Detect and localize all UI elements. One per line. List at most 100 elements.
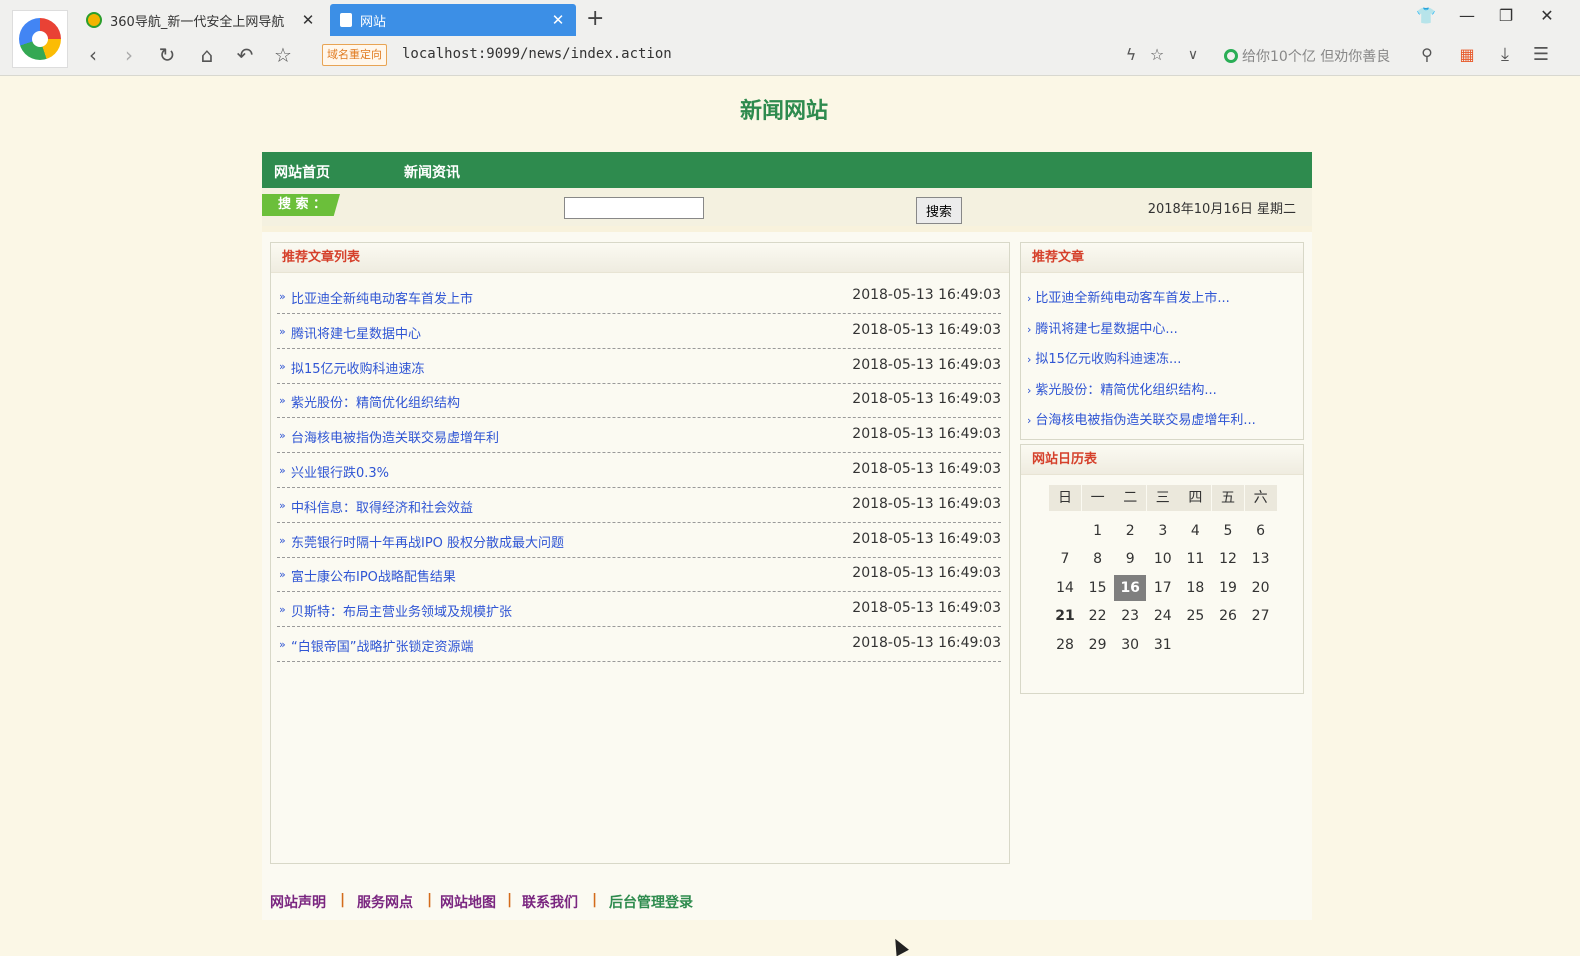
double-chevron-icon: » [279, 638, 286, 651]
minimize-icon[interactable]: — [1455, 6, 1479, 25]
new-tab-icon[interactable]: + [586, 6, 604, 31]
calendar-day[interactable]: 15 [1082, 575, 1114, 601]
article-list-panel: 推荐文章列表 » 比亚迪全新纯电动客车首发上市 2018-05-13 16:49:0… [270, 242, 1010, 864]
article-link[interactable]: 东莞银行时隔十年再战IPO 股权分散成最大问题 [291, 532, 564, 551]
apps-icon[interactable]: ▦ [1454, 42, 1480, 68]
calendar-day[interactable]: 10 [1147, 546, 1179, 572]
article-link[interactable]: 拟15亿元收购科迪速冻 [291, 358, 425, 377]
browser-logo-icon[interactable] [12, 10, 68, 68]
calendar-day[interactable]: 30 [1114, 632, 1146, 658]
calendar-day[interactable]: 28 [1049, 632, 1081, 658]
footer-link[interactable]: 服务网点 [357, 892, 413, 912]
tab-website[interactable]: 网站 ✕ [330, 4, 576, 36]
close-icon[interactable]: ✕ [550, 11, 566, 29]
recommended-link[interactable]: › 腾讯将建七星数据中心... [1027, 318, 1178, 337]
calendar-day[interactable]: 14 [1049, 575, 1081, 601]
calendar-day[interactable]: 19 [1212, 575, 1244, 601]
footer-link[interactable]: 联系我们 [522, 892, 578, 912]
calendar-today[interactable]: 16 [1114, 574, 1147, 601]
panel-heading: 推荐文章列表 [271, 243, 1009, 273]
article-time: 2018-05-13 16:49:03 [852, 600, 1001, 617]
double-chevron-icon: » [279, 533, 286, 547]
article-link[interactable]: 兴业银行跌0.3% [291, 462, 389, 481]
article-link[interactable]: 贝斯特：布局主营业务领域及规模扩张 [291, 601, 512, 620]
flash-icon[interactable]: ϟ [1118, 42, 1144, 68]
article-time: 2018-05-13 16:49:03 [852, 426, 1001, 443]
recommended-link[interactable]: › 拟15亿元收购科迪速冻... [1027, 348, 1181, 367]
reload-icon[interactable]: ↻ [154, 42, 180, 68]
search-label: 搜 索 ： [262, 194, 340, 216]
search-input[interactable] [564, 197, 704, 219]
forward-icon[interactable]: › [116, 42, 142, 68]
recommended-link[interactable]: › 比亚迪全新纯电动客车首发上市... [1027, 287, 1230, 306]
footer-separator: | [507, 892, 513, 908]
nav-home-link[interactable]: 网站首页 [274, 162, 330, 182]
double-chevron-icon: » [279, 603, 286, 617]
article-row: » 拟15亿元收购科迪速冻 2018-05-13 16:49:03 [277, 349, 1001, 384]
skin-icon[interactable]: 👕 [1414, 6, 1438, 25]
redirect-badge[interactable]: 域名重定向 [322, 44, 387, 66]
window-close-icon[interactable]: ✕ [1535, 6, 1559, 25]
article-row: » 腾讯将建七星数据中心 2018-05-13 16:49:03 [277, 314, 1001, 349]
article-row: » 东莞银行时隔十年再战IPO 股权分散成最大问题 2018-05-13 16:49… [277, 523, 1001, 558]
admin-login-link[interactable]: 后台管理登录 [609, 892, 693, 912]
calendar-day[interactable]: 13 [1245, 546, 1277, 572]
download-icon[interactable]: ⤓ [1492, 42, 1518, 68]
calendar-day[interactable]: 21 [1049, 603, 1081, 629]
article-link[interactable]: 比亚迪全新纯电动客车首发上市 [291, 288, 473, 307]
calendar-day[interactable]: 4 [1179, 518, 1211, 544]
article-link[interactable]: 台海核电被指伪造关联交易虚增年利 [291, 427, 499, 446]
search-box[interactable]: 给你10个亿 但劝你善良 [1224, 46, 1390, 66]
article-link[interactable]: 中科信息：取得经济和社会效益 [291, 497, 473, 516]
nav-news-link[interactable]: 新闻资讯 [404, 162, 460, 182]
calendar-day[interactable]: 1 [1082, 518, 1114, 544]
search-icon[interactable]: ⚲ [1414, 42, 1440, 68]
calendar-day[interactable]: 7 [1049, 546, 1081, 572]
calendar-day[interactable]: 26 [1212, 603, 1244, 629]
calendar-day[interactable]: 24 [1147, 603, 1179, 629]
menu-icon[interactable]: ☰ [1528, 42, 1554, 68]
url-input[interactable]: localhost:9099/news/index.action [402, 46, 672, 62]
calendar-weekday: 四 [1179, 485, 1212, 511]
calendar-day[interactable]: 8 [1082, 546, 1114, 572]
calendar-day[interactable]: 12 [1212, 546, 1244, 572]
close-icon[interactable]: ✕ [300, 11, 316, 29]
calendar-day[interactable]: 18 [1179, 575, 1211, 601]
article-link[interactable]: 腾讯将建七星数据中心 [291, 323, 421, 342]
home-icon[interactable]: ⌂ [194, 42, 220, 68]
calendar-day[interactable]: 23 [1114, 603, 1146, 629]
star-icon[interactable]: ☆ [270, 42, 296, 68]
search-button[interactable]: 搜索 [916, 197, 962, 224]
article-link[interactable]: 紫光股份：精简优化组织结构 [291, 392, 460, 411]
calendar-day[interactable]: 20 [1245, 575, 1277, 601]
calendar-day[interactable]: 17 [1147, 575, 1179, 601]
footer-link[interactable]: 网站地图 [440, 892, 496, 912]
360-search-icon [1224, 49, 1238, 63]
calendar-day[interactable]: 11 [1179, 546, 1211, 572]
calendar-day[interactable]: 31 [1147, 632, 1179, 658]
undo-icon[interactable]: ↶ [232, 42, 258, 68]
calendar-day[interactable]: 9 [1114, 546, 1146, 572]
calendar-day[interactable]: 6 [1245, 518, 1277, 544]
calendar-weekday: 六 [1244, 485, 1277, 511]
article-link[interactable]: 富士康公布IPO战略配售结果 [291, 566, 456, 585]
restore-icon[interactable]: ❐ [1494, 6, 1518, 25]
recommended-link[interactable]: › 台海核电被指伪造关联交易虚增年利... [1027, 409, 1256, 428]
article-link[interactable]: “白银帝国”战略扩张锁定资源端 [291, 636, 473, 655]
chevron-down-icon[interactable]: ∨ [1180, 42, 1206, 68]
calendar-day[interactable]: 29 [1082, 632, 1114, 658]
tab-360-nav[interactable]: 360导航_新一代安全上网导航 ✕ [76, 4, 326, 36]
calendar-day[interactable]: 2 [1114, 518, 1146, 544]
article-row: » 兴业银行跌0.3% 2018-05-13 16:49:03 [277, 453, 1001, 488]
calendar-day[interactable]: 22 [1082, 603, 1114, 629]
footer-link[interactable]: 网站声明 [270, 892, 326, 912]
recommended-title: 比亚迪全新纯电动客车首发上市... [1035, 291, 1230, 306]
calendar-day[interactable]: 25 [1179, 603, 1211, 629]
bookmark-star-icon[interactable]: ☆ [1144, 42, 1170, 68]
panel-heading: 推荐文章 [1021, 243, 1303, 273]
calendar-day[interactable]: 5 [1212, 518, 1244, 544]
back-icon[interactable]: ‹ [80, 42, 106, 68]
calendar-day[interactable]: 3 [1147, 518, 1179, 544]
calendar-day[interactable]: 27 [1245, 603, 1277, 629]
recommended-link[interactable]: › 紫光股份：精简优化组织结构... [1027, 379, 1217, 398]
